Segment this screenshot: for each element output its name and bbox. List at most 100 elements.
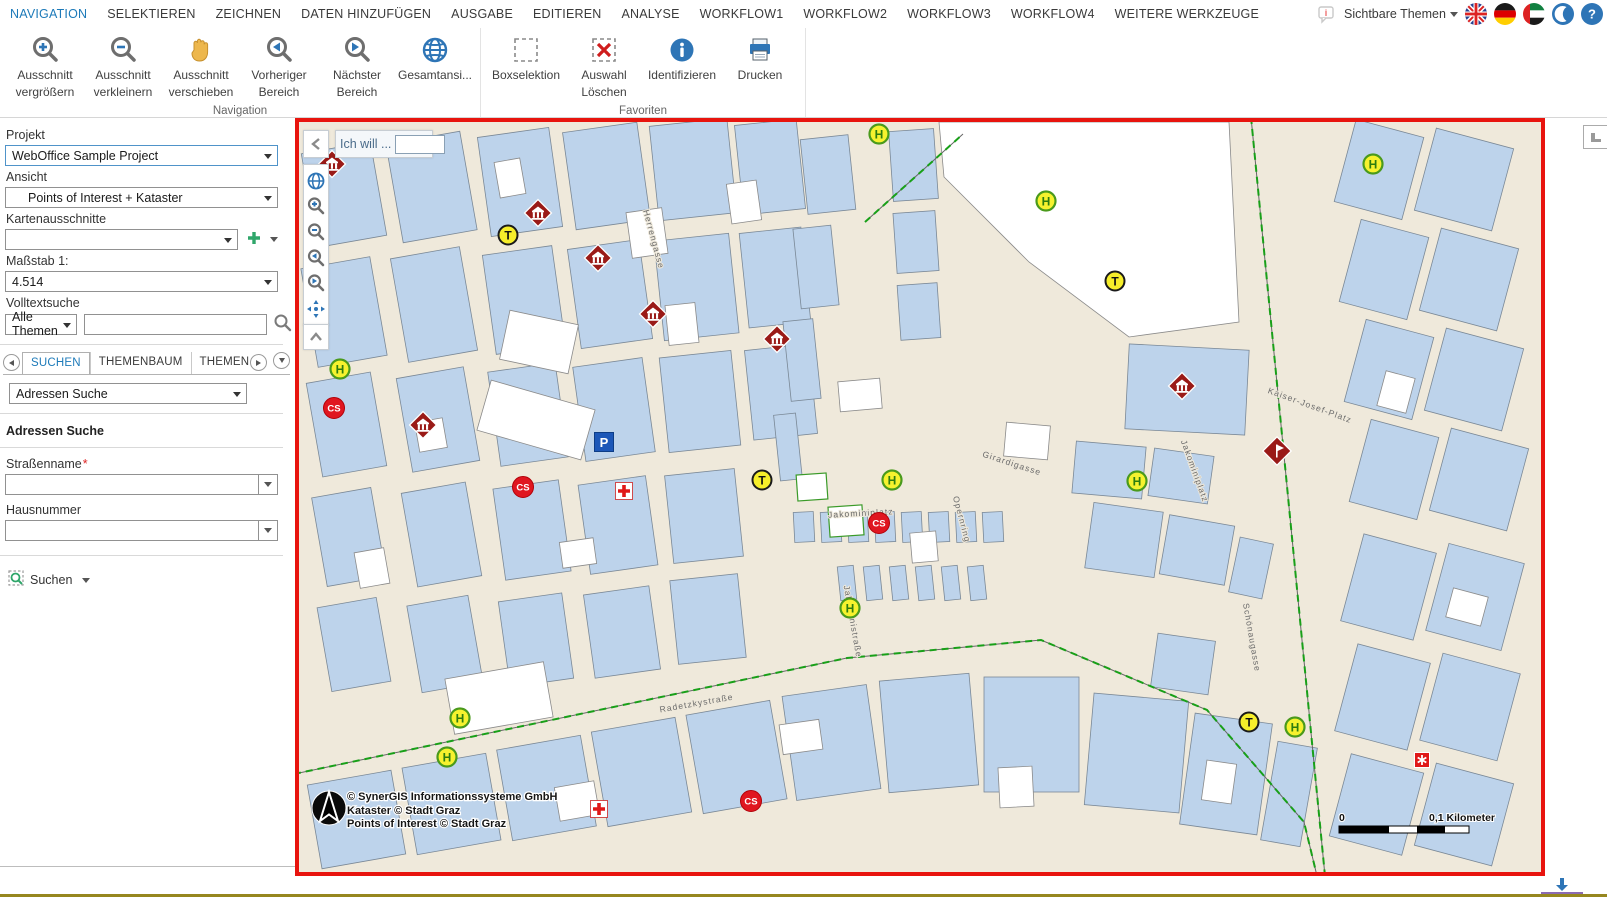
menu-tab-workflow3[interactable]: WORKFLOW3 (897, 0, 1001, 28)
button-label: Drucken (738, 68, 783, 83)
sidebar: Projekt WebOffice Sample Project Ansicht… (0, 118, 295, 867)
add-extent-chevron-down-icon[interactable] (270, 237, 278, 242)
next-extent-magnifier-button[interactable]: NächsterBereich (318, 30, 396, 100)
map-canvas[interactable]: HerrengasseJakominiplatzJakominiplatzJak… (299, 122, 1541, 872)
menu-tab-workflow1[interactable]: WORKFLOW1 (690, 0, 794, 28)
volltext-query-input[interactable] (84, 314, 267, 335)
taxi-marker[interactable]: T (1240, 713, 1259, 732)
visible-themes-chevron-down-icon[interactable] (1450, 12, 1458, 17)
visible-themes-label[interactable]: Sichtbare Themen (1344, 7, 1446, 21)
taxi-marker[interactable]: T (1106, 272, 1125, 291)
transit-stop-marker[interactable]: H (870, 125, 889, 144)
menu-tab-navigation[interactable]: NAVIGATION (0, 0, 97, 28)
visible-themes-bubble-icon[interactable]: i (1316, 3, 1338, 25)
tabs-scroll-right-button[interactable] (250, 354, 267, 371)
transit-stop-marker[interactable]: H (451, 709, 470, 728)
strassenname-label: Straßenname* (6, 457, 278, 471)
menu-tab-zeichnen[interactable]: ZEICHNEN (206, 0, 292, 28)
cs-poi-marker[interactable]: CS (869, 513, 890, 534)
flag-uk-icon[interactable] (1465, 3, 1487, 25)
building-block (1084, 693, 1188, 813)
volltext-search-icon[interactable] (273, 313, 292, 335)
menu-tab-ausgabe[interactable]: AUSGABE (441, 0, 523, 28)
transit-stop-marker[interactable]: H (1286, 718, 1305, 737)
cs-poi-marker[interactable]: CS (741, 791, 762, 812)
taxi-marker[interactable]: T (753, 471, 772, 490)
projekt-select[interactable]: WebOffice Sample Project (5, 145, 278, 166)
box-select-button[interactable]: Boxselektion (487, 30, 565, 83)
identify-info-button[interactable]: Identifizieren (643, 30, 721, 83)
tabs-overflow-button[interactable] (273, 352, 290, 369)
menu-tab-analyse[interactable]: ANALYSE (611, 0, 689, 28)
ansicht-select[interactable]: Points of Interest + Kataster (5, 187, 278, 208)
zoom-in-magnifier-button[interactable]: Ausschnittvergrößern (6, 30, 84, 100)
menu-tab-selektieren[interactable]: SELEKTIEREN (97, 0, 205, 28)
building-block (793, 511, 815, 542)
button-label: Bereich (259, 85, 300, 100)
special-building (838, 378, 882, 412)
special-building (1004, 422, 1051, 460)
attraction-asterisk-marker[interactable] (1415, 753, 1430, 768)
menu-tab-workflow4[interactable]: WORKFLOW4 (1001, 0, 1105, 28)
pan-hand-button[interactable]: Ausschnittverschieben (162, 30, 240, 100)
zoom-in-icon[interactable] (306, 196, 326, 216)
locate-icon[interactable] (306, 299, 326, 319)
strassenname-input[interactable] (5, 474, 258, 495)
tabs-scroll-left-button[interactable] (3, 354, 20, 371)
zoom-out-icon[interactable] (306, 222, 326, 242)
crescent-icon[interactable] (1552, 3, 1574, 25)
search-tool-select[interactable]: Adressen Suche (9, 383, 247, 404)
cs-poi-marker[interactable]: CS (324, 398, 345, 419)
taxi-marker[interactable]: T (499, 226, 518, 245)
special-building (1201, 760, 1236, 804)
zoom-out-magnifier-button[interactable]: Ausschnittverkleinern (84, 30, 162, 100)
bottom-panel-expand-button[interactable] (1552, 877, 1572, 892)
clear-selection-button[interactable]: AuswahlLöschen (565, 30, 643, 100)
map-viewport[interactable]: HerrengasseJakominiplatzJakominiplatzJak… (295, 118, 1545, 876)
strassenname-dropdown-button[interactable] (258, 474, 278, 495)
transit-stop-marker[interactable]: H (1037, 192, 1056, 211)
transit-stop-marker[interactable]: H (841, 599, 860, 618)
prev-extent-magnifier-button[interactable]: VorherigerBereich (240, 30, 318, 100)
transit-stop-marker[interactable]: H (1128, 472, 1147, 491)
overview-map-button[interactable] (1583, 125, 1607, 149)
volltext-scope-select[interactable]: Alle Themen (5, 314, 77, 335)
globe-button[interactable]: Gesamtansi... (396, 30, 474, 83)
ich-will-input[interactable] (395, 135, 445, 154)
map-toolbar-collapse-button[interactable] (303, 324, 329, 350)
help-icon[interactable]: ? (1581, 3, 1603, 25)
transit-stop-marker[interactable]: H (1364, 155, 1383, 174)
transit-stop-marker[interactable]: H (331, 360, 350, 379)
printer-button[interactable]: Drucken (721, 30, 799, 83)
overview-globe-icon[interactable] (306, 171, 326, 191)
pharmacy-cross-marker[interactable] (591, 801, 608, 818)
hausnummer-dropdown-button[interactable] (258, 520, 278, 541)
kartenausschnitte-select[interactable] (5, 229, 238, 250)
flag-ae-icon[interactable] (1523, 3, 1545, 25)
menu-tab-weitere-werkzeuge[interactable]: WEITERE WERKZEUGE (1105, 0, 1269, 28)
transit-stop-marker[interactable]: H (883, 471, 902, 490)
cs-poi-marker[interactable]: CS (513, 477, 534, 498)
sidebar-tab-strip: SUCHENTHEMENBAUMTHEMENFILTER (3, 352, 290, 375)
marker-label: H (1369, 157, 1378, 171)
sidebar-collapse-button[interactable] (303, 130, 329, 158)
sidebar-tab-themenfilter[interactable]: THEMENFILTER (191, 352, 250, 374)
menu-tab-editieren[interactable]: EDITIEREN (523, 0, 611, 28)
transit-stop-marker[interactable]: H (438, 748, 457, 767)
pharmacy-cross-marker[interactable] (616, 483, 633, 500)
parking-marker[interactable]: P (595, 433, 614, 452)
hausnummer-input[interactable] (5, 520, 258, 541)
prev-extent-icon[interactable] (306, 248, 326, 268)
menu-tab-workflow2[interactable]: WORKFLOW2 (793, 0, 897, 28)
sidebar-tab-suchen[interactable]: SUCHEN (22, 352, 90, 374)
suchen-button[interactable]: Suchen (5, 570, 278, 590)
flag-de-icon[interactable] (1494, 3, 1516, 25)
button-label: verschieben (169, 85, 234, 100)
special-building (998, 766, 1034, 808)
add-extent-plus-icon[interactable] (246, 230, 262, 249)
sidebar-tab-themenbaum[interactable]: THEMENBAUM (90, 352, 191, 374)
massstab-select[interactable]: 4.514 (5, 271, 278, 292)
next-extent-icon[interactable] (306, 273, 326, 293)
marker-label: CS (516, 483, 529, 494)
menu-tab-daten-hinzuf-gen[interactable]: DATEN HINZUFÜGEN (291, 0, 441, 28)
